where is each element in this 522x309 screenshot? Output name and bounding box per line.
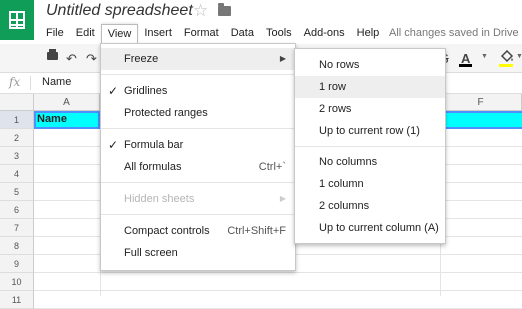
menu-separator <box>101 74 295 75</box>
print-icon[interactable] <box>47 49 58 60</box>
menu-item-protected-ranges[interactable]: Protected ranges <box>101 102 295 124</box>
menu-separator <box>101 128 295 129</box>
text-color-swatch <box>459 64 472 67</box>
menu-item-2-rows[interactable]: 2 rows <box>295 98 445 120</box>
undo-icon[interactable]: ↶ <box>66 51 77 67</box>
menu-file[interactable]: File <box>40 24 70 43</box>
menu-item-label: 1 row <box>319 81 346 93</box>
menu-item-up-to-current-row[interactable]: Up to current row (1) <box>295 120 445 142</box>
sheets-logo-icon[interactable] <box>0 0 34 40</box>
menu-item-1-column[interactable]: 1 column <box>295 173 445 195</box>
menu-item-label: No columns <box>319 156 378 168</box>
menu-item-label: Up to current column (A) <box>319 222 439 234</box>
table-row[interactable] <box>34 291 522 309</box>
fill-color-swatch <box>499 64 513 67</box>
menu-separator <box>295 146 445 147</box>
row-header[interactable]: 8 <box>0 237 34 255</box>
submenu-arrow-icon: ▶ <box>279 194 286 203</box>
redo-icon[interactable]: ↷ <box>86 51 97 67</box>
menu-item-label: Gridlines <box>124 85 168 97</box>
row-header[interactable]: 4 <box>0 165 34 183</box>
menu-item-all-formulas[interactable]: All formulas Ctrl+` <box>101 156 295 178</box>
menu-item-formula-bar[interactable]: ✓ Formula bar <box>101 134 295 156</box>
menu-item-label: 2 rows <box>319 103 352 115</box>
menu-item-full-screen[interactable]: Full screen <box>101 242 295 264</box>
checkmark-icon: ✓ <box>108 84 119 98</box>
menu-item-compact-controls[interactable]: Compact controls Ctrl+Shift+F <box>101 220 295 242</box>
shortcut-label: Ctrl+` <box>258 161 286 173</box>
menu-item-no-rows[interactable]: No rows <box>295 54 445 76</box>
menu-item-label: Compact controls <box>124 225 210 237</box>
row-header[interactable]: 3 <box>0 147 34 165</box>
menu-addons[interactable]: Add-ons <box>298 24 351 43</box>
row-header[interactable]: 10 <box>0 273 34 291</box>
menu-item-up-to-current-column[interactable]: Up to current column (A) <box>295 217 445 239</box>
row-header[interactable]: 5 <box>0 183 34 201</box>
document-title[interactable]: Untitled spreadsheet <box>46 2 193 20</box>
menu-bar: File Edit View Insert Format Data Tools … <box>40 24 386 44</box>
formula-input[interactable]: Name <box>42 76 71 88</box>
row-header[interactable]: 11 <box>0 291 34 309</box>
select-all-corner[interactable] <box>0 94 34 111</box>
save-status[interactable]: All changes saved in Drive <box>389 27 519 39</box>
menu-item-freeze[interactable]: Freeze ▶ <box>101 48 295 70</box>
menu-item-label: Up to current row (1) <box>319 125 420 137</box>
menu-item-label: No rows <box>319 59 360 71</box>
row-header[interactable]: 7 <box>0 219 34 237</box>
menu-item-gridlines[interactable]: ✓ Gridlines <box>101 80 295 102</box>
menu-help[interactable]: Help <box>351 24 386 43</box>
menu-item-label: Hidden sheets <box>124 193 195 205</box>
table-row[interactable] <box>34 273 522 291</box>
submenu-arrow-icon: ▶ <box>279 54 286 63</box>
menu-item-1-row[interactable]: 1 row <box>295 76 445 98</box>
menu-separator <box>101 182 295 183</box>
chevron-down-icon[interactable]: ▼ <box>516 53 522 60</box>
menu-view[interactable]: View <box>100 24 139 44</box>
menu-item-no-columns[interactable]: No columns <box>295 151 445 173</box>
menu-item-label: Freeze <box>124 53 159 65</box>
column-header-a[interactable]: A <box>34 94 100 111</box>
row-header[interactable]: 6 <box>0 201 34 219</box>
menu-item-label: Formula bar <box>124 139 184 151</box>
row-header[interactable]: 9 <box>0 255 34 273</box>
menu-edit[interactable]: Edit <box>70 24 101 43</box>
menu-item-2-columns[interactable]: 2 columns <box>295 195 445 217</box>
cell-a1[interactable]: Name <box>37 113 67 125</box>
menu-item-label: 1 column <box>319 178 364 190</box>
row-header[interactable]: 2 <box>0 129 34 147</box>
menu-item-label: All formulas <box>124 161 182 173</box>
chevron-down-icon[interactable]: ▼ <box>481 53 488 60</box>
star-icon[interactable]: ☆ <box>193 1 208 21</box>
menu-insert[interactable]: Insert <box>138 24 178 43</box>
fx-icon: fx <box>9 75 21 89</box>
row-header[interactable]: 1 <box>0 111 34 129</box>
menu-format[interactable]: Format <box>178 24 225 43</box>
view-menu-dropdown: Freeze ▶ ✓ Gridlines Protected ranges ✓ … <box>100 43 296 271</box>
menu-item-hidden-sheets: Hidden sheets ▶ <box>101 188 295 210</box>
folder-icon[interactable] <box>218 3 231 16</box>
divider <box>30 76 31 90</box>
menu-item-label: 2 columns <box>319 200 370 212</box>
menu-item-label: Protected ranges <box>124 107 208 119</box>
menu-data[interactable]: Data <box>225 24 260 43</box>
freeze-submenu: No rows 1 row 2 rows Up to current row (… <box>294 48 446 244</box>
menu-item-label: Full screen <box>124 247 178 259</box>
shortcut-label: Ctrl+Shift+F <box>227 225 286 237</box>
menu-tools[interactable]: Tools <box>260 24 298 43</box>
checkmark-icon: ✓ <box>108 138 119 152</box>
column-header-f[interactable]: F <box>440 94 522 111</box>
menu-separator <box>101 214 295 215</box>
